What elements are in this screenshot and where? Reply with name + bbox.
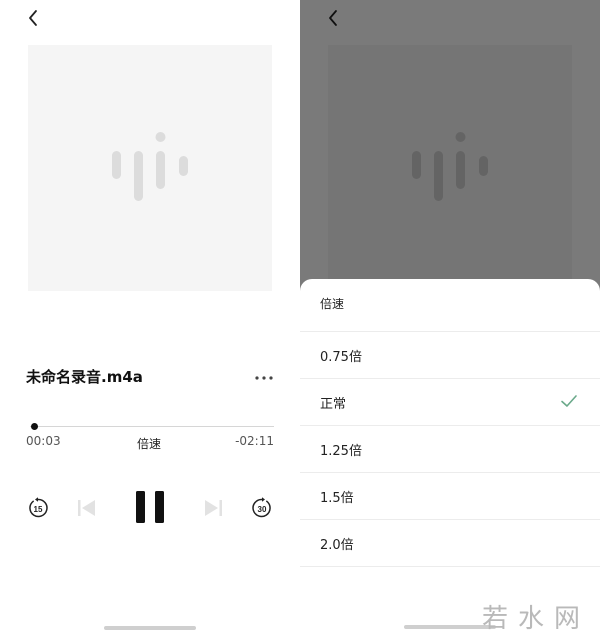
speed-option-1-5[interactable]: 1.5倍 [300, 473, 600, 519]
check-icon [561, 395, 577, 407]
speed-option-2-0[interactable]: 2.0倍 [300, 520, 600, 566]
next-icon [205, 500, 222, 516]
skip-forward-label: 30 [258, 505, 267, 514]
speed-option-1-25[interactable]: 1.25倍 [300, 426, 600, 472]
sheet-title: 倍速 [320, 297, 345, 311]
skip-forward-button[interactable]: 30 [250, 496, 274, 520]
progress-track[interactable] [30, 426, 274, 427]
next-button[interactable] [200, 496, 226, 520]
speed-bottom-sheet: 倍速 0.75倍 正常 1.25倍 1.5倍 2.0倍 [300, 279, 600, 635]
speed-option-label: 正常 [320, 397, 347, 412]
player-screen: 未命名录音.m4a 00:03 倍速 -02:11 15 30 [0, 0, 300, 635]
speed-button[interactable]: 倍速 [137, 435, 161, 452]
previous-icon [78, 500, 95, 516]
skip-back-label: 15 [34, 505, 43, 514]
speed-sheet-screen: 倍速 0.75倍 正常 1.25倍 1.5倍 2.0倍 [300, 0, 600, 635]
more-dots-icon [255, 376, 273, 380]
album-art [28, 45, 272, 291]
more-button[interactable] [252, 370, 276, 384]
speed-option-0-75[interactable]: 0.75倍 [300, 332, 600, 378]
skip-forward-30-icon: 30 [252, 497, 271, 518]
speed-option-label: 0.75倍 [320, 350, 362, 365]
pause-icon [136, 491, 164, 523]
watermark-text: 若水网 [482, 604, 591, 634]
voice-wave-icon [112, 132, 188, 201]
speed-option-normal[interactable]: 正常 [300, 379, 600, 425]
divider [300, 566, 600, 567]
progress-handle[interactable] [31, 423, 39, 430]
skip-back-15-icon: 15 [29, 497, 48, 518]
skip-back-button[interactable]: 15 [26, 496, 50, 520]
elapsed-time: 00:03 [26, 434, 61, 448]
speed-option-label: 2.0倍 [320, 538, 354, 553]
pause-button[interactable] [132, 489, 168, 525]
home-indicator[interactable] [104, 626, 196, 630]
previous-button[interactable] [74, 496, 100, 520]
speed-option-label: 1.5倍 [320, 491, 354, 506]
back-button[interactable] [22, 6, 46, 30]
recording-title: 未命名录音.m4a [26, 368, 143, 386]
remaining-time: -02:11 [235, 434, 274, 448]
speed-option-label: 1.25倍 [320, 444, 362, 459]
back-chevron-icon [29, 10, 37, 26]
